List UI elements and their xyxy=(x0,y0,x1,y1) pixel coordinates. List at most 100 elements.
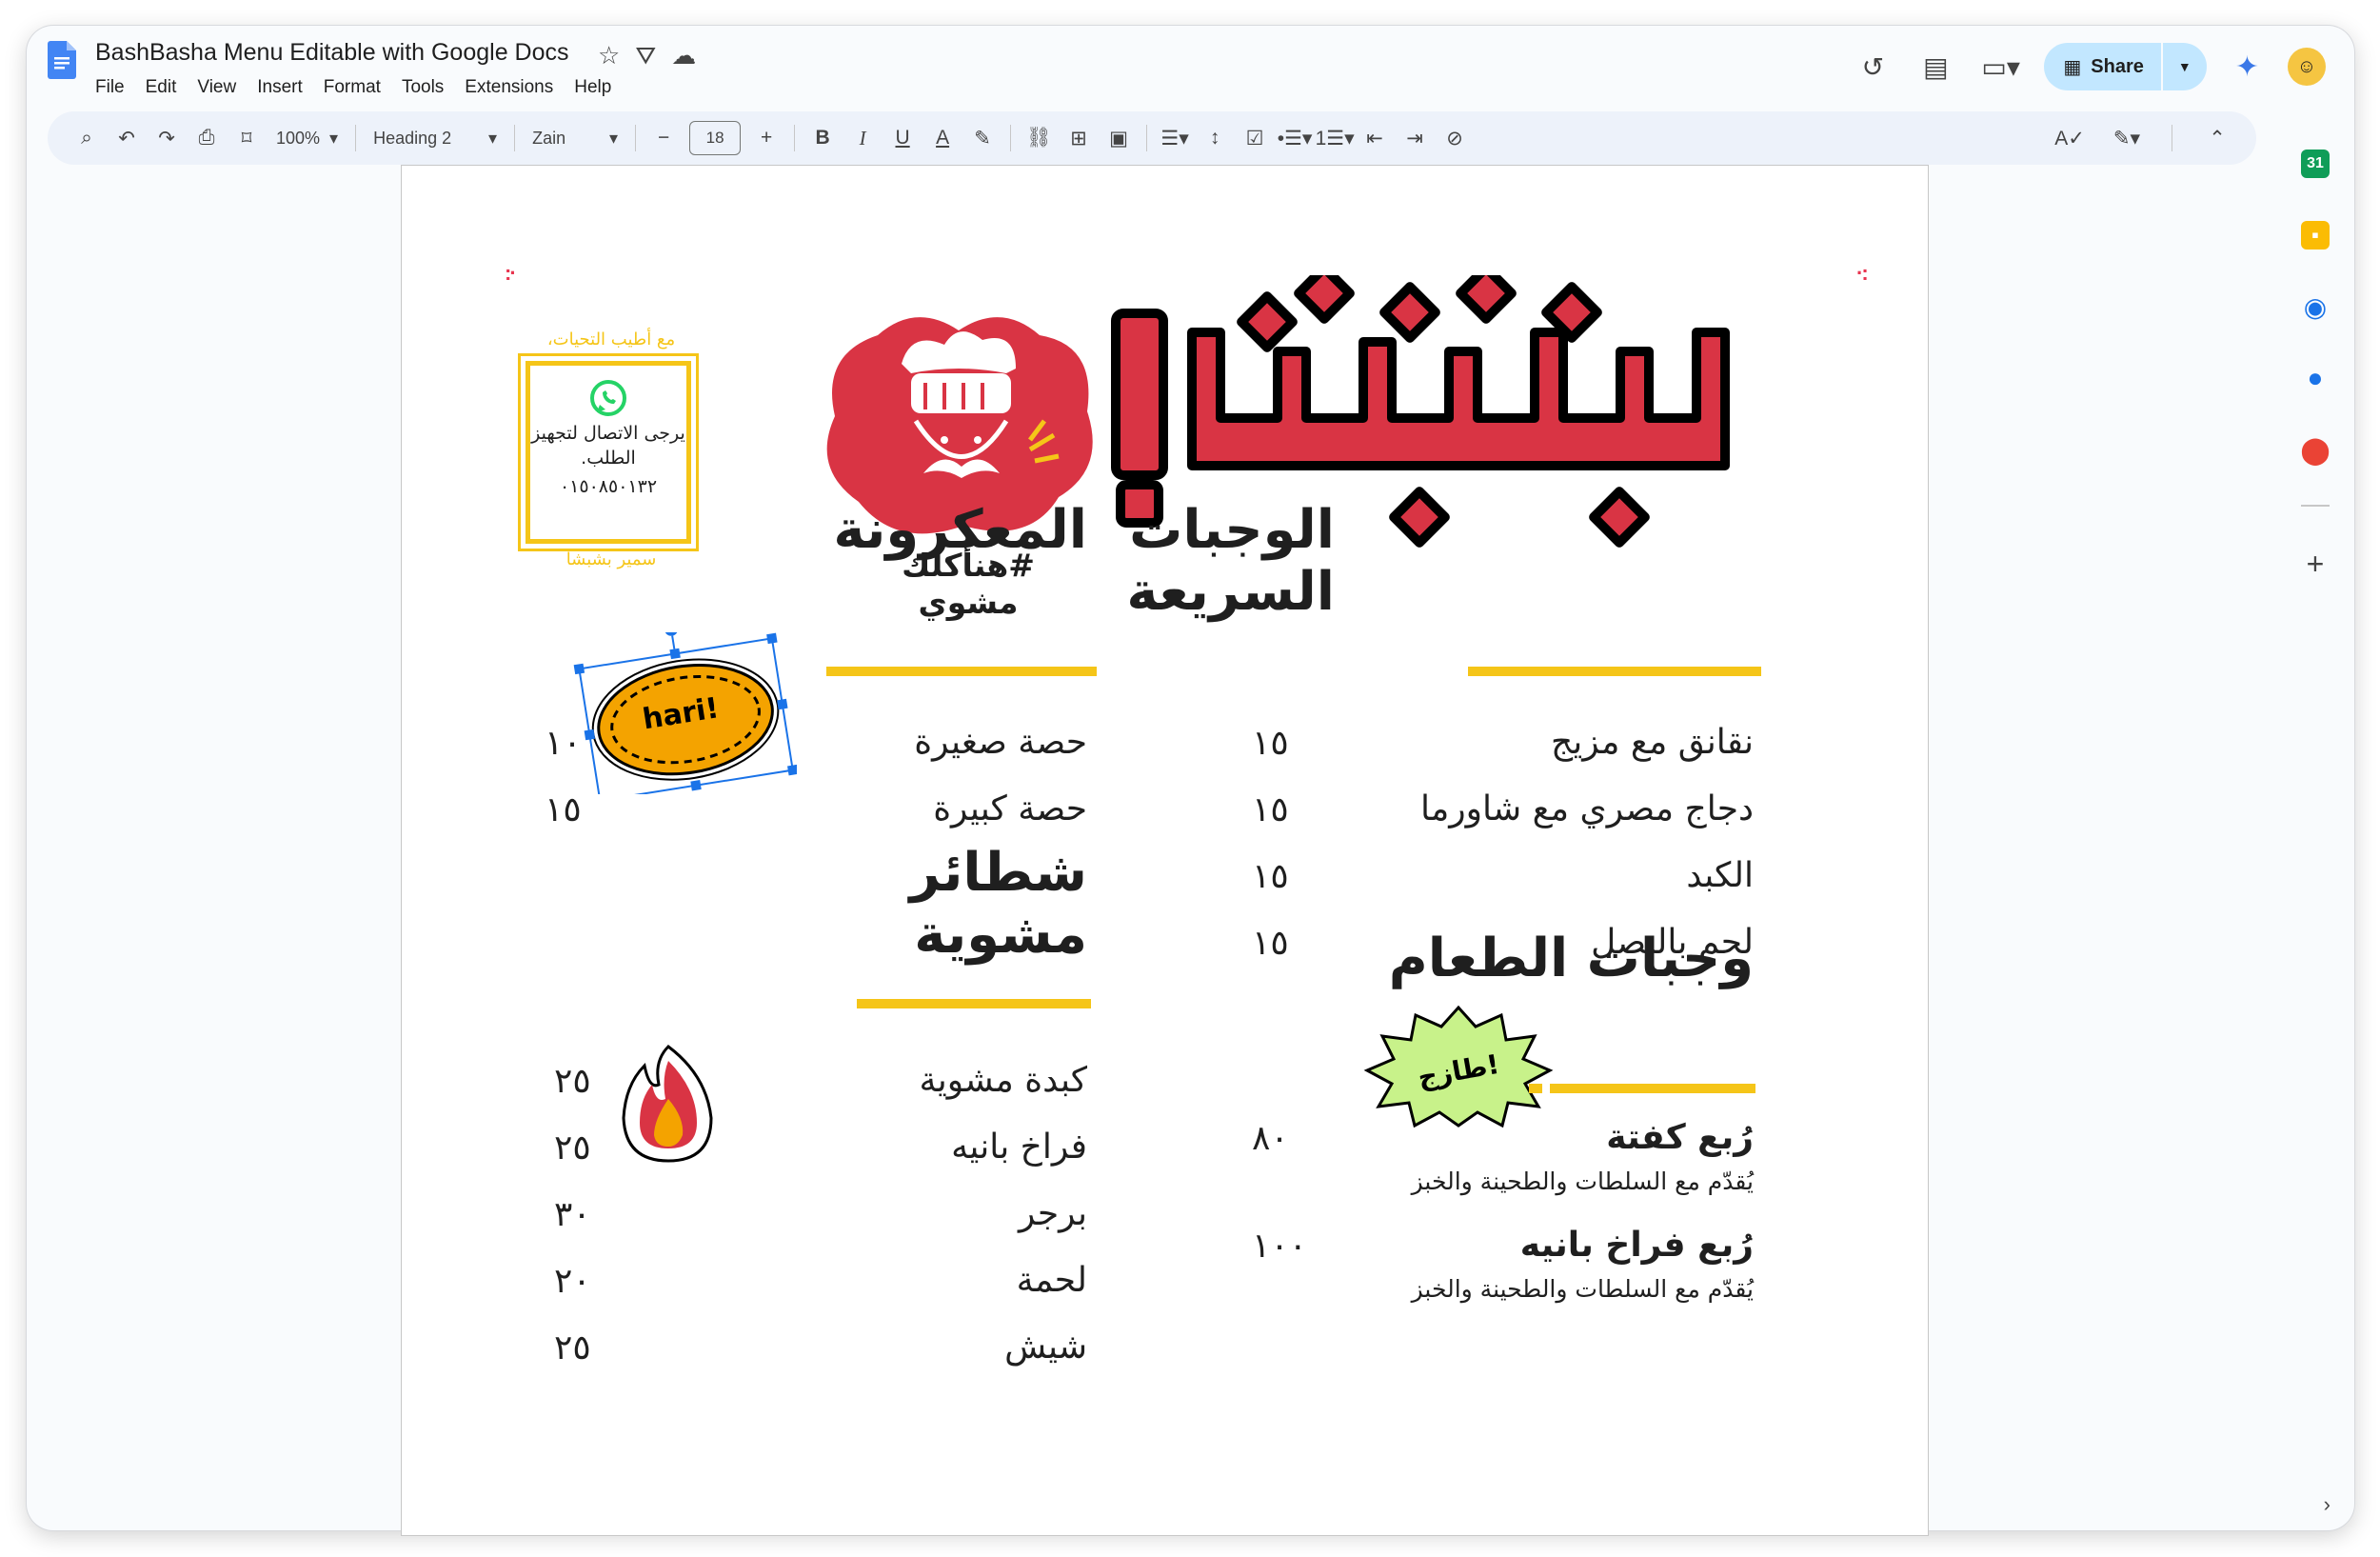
contact-phone: ٠١٥٠٨٥٠١٣٢ xyxy=(559,476,658,497)
menu-edit[interactable]: Edit xyxy=(146,77,177,98)
clear-formatting-icon[interactable]: ⊘ xyxy=(1435,119,1475,157)
section-title-meals: وجبات الطعام xyxy=(1388,928,1755,989)
menu-item-name: الكبد xyxy=(1686,856,1754,895)
share-button-group: ▦ Share ▼ xyxy=(2044,43,2207,90)
menu-extensions[interactable]: Extensions xyxy=(465,77,553,98)
numbered-list-icon[interactable]: 1☰▾ xyxy=(1315,119,1355,157)
title-underline-dot xyxy=(1750,667,1761,676)
search-menus-icon[interactable]: ⌕ xyxy=(67,119,107,157)
contacts-icon[interactable]: ● xyxy=(2301,363,2330,392)
version-history-icon[interactable]: ↺ xyxy=(1855,51,1890,83)
menu-item-description: يُقدّم مع السلطات والطحينة والخبز xyxy=(1411,1168,1754,1195)
hari-sticker[interactable]: hari! xyxy=(568,632,797,794)
redo-icon[interactable]: ↷ xyxy=(147,119,187,157)
increase-indent-icon[interactable]: ⇥ xyxy=(1395,119,1435,157)
tasks-icon[interactable]: ◉ xyxy=(2301,292,2330,322)
editing-mode-icon[interactable]: ✎▾ xyxy=(2107,119,2147,157)
document-title[interactable]: BashBasha Menu Editable with Google Docs xyxy=(95,39,569,67)
flame-sticker-icon xyxy=(622,1045,713,1163)
lock-icon: ▦ xyxy=(2063,56,2082,78)
menu-item-price: ٢٥ xyxy=(554,1128,591,1167)
menu-item-price: ١٥ xyxy=(1252,723,1289,762)
menu-item-name: حصة صغيرة xyxy=(914,723,1087,762)
insert-image-icon[interactable]: ▣ xyxy=(1099,119,1139,157)
font-value: Zain xyxy=(532,128,566,148)
section-title-macaroni: المعكرونة xyxy=(833,499,1088,561)
increase-font-size-button[interactable]: + xyxy=(746,119,786,157)
side-panel: 31 ▪ ◉ ● ⬤ + xyxy=(2278,130,2354,1530)
menu-file[interactable]: File xyxy=(95,77,125,98)
menu-item-price: ١٥ xyxy=(1252,923,1289,962)
meet-video-icon[interactable]: ▭▾ xyxy=(1981,51,2020,83)
gemini-sparkle-icon[interactable]: ✦ xyxy=(2235,50,2259,84)
print-icon[interactable]: ⎙ xyxy=(187,119,227,157)
menu-help[interactable]: Help xyxy=(574,77,611,98)
fresh-sticker: طازج! xyxy=(1363,1005,1554,1128)
add-comment-icon[interactable]: ⊞ xyxy=(1059,119,1099,157)
divider xyxy=(2301,505,2330,507)
section-title-grilled-sandwiches: شطائر مشوية xyxy=(909,842,1088,966)
style-select[interactable]: Heading 2 ▾ xyxy=(364,119,506,157)
text-color-button[interactable]: A xyxy=(922,119,962,157)
add-addon-icon[interactable]: + xyxy=(2301,547,2330,581)
font-size-input[interactable]: 18 xyxy=(689,121,742,155)
spellcheck-icon[interactable]: A✓ xyxy=(2050,119,2090,157)
calendar-icon[interactable]: 31 xyxy=(2301,150,2330,178)
line-spacing-icon[interactable]: ↕ xyxy=(1195,119,1235,157)
contact-greeting: مع أطيب التحيات، xyxy=(546,329,676,349)
checklist-icon[interactable]: ☑ xyxy=(1235,119,1275,157)
italic-button[interactable]: I xyxy=(843,119,883,157)
menu-item-price: ٣٠ xyxy=(554,1194,591,1233)
title-underline-dot xyxy=(1078,999,1091,1008)
contact-box: يرجى الاتصال لتجهيز الطلب. ٠١٥٠٨٥٠١٣٢ xyxy=(518,353,699,551)
document-page[interactable]: :· ·: مع أطيب التحيات، يرجى الاتصال لتجه… xyxy=(401,165,1929,1536)
google-docs-icon[interactable] xyxy=(48,41,76,79)
menu-item-price: ١٥ xyxy=(545,789,582,828)
comments-icon[interactable]: ▤ xyxy=(1918,51,1953,83)
menu-item-name: برجر xyxy=(1019,1194,1087,1233)
font-select[interactable]: Zain ▾ xyxy=(523,119,627,157)
menu-item-price: ٢٠ xyxy=(554,1261,591,1300)
decrease-indent-icon[interactable]: ⇤ xyxy=(1355,119,1395,157)
insert-link-icon[interactable]: ⛓ xyxy=(1019,119,1059,157)
zoom-value: 100% xyxy=(276,128,321,148)
move-to-drive-icon[interactable]: ⛛ xyxy=(635,41,656,71)
share-button[interactable]: ▦ Share xyxy=(2044,43,2161,90)
align-icon[interactable]: ☰▾ xyxy=(1155,119,1195,157)
maps-icon[interactable]: ⬤ xyxy=(2300,435,2330,465)
paint-format-icon[interactable]: ⌑ xyxy=(227,119,267,157)
undo-icon[interactable]: ↶ xyxy=(107,119,147,157)
menu-view[interactable]: View xyxy=(197,77,236,98)
chevron-right-icon[interactable]: › xyxy=(2324,1492,2330,1517)
page-corner-marker: :· xyxy=(505,261,517,285)
keep-icon[interactable]: ▪ xyxy=(2301,221,2330,250)
share-label: Share xyxy=(2091,55,2144,77)
share-dropdown-button[interactable]: ▼ xyxy=(2160,43,2207,90)
menu-item-name: نقانق مع مزيج xyxy=(1551,723,1754,762)
style-value: Heading 2 xyxy=(373,128,452,148)
underline-button[interactable]: U xyxy=(883,119,922,157)
menu-tools[interactable]: Tools xyxy=(402,77,444,98)
bold-button[interactable]: B xyxy=(803,119,843,157)
menu-item-name: دجاج مصري مع شاورما xyxy=(1420,789,1754,828)
chevron-down-icon: ▾ xyxy=(488,128,498,148)
title-underline xyxy=(1550,1084,1755,1093)
decrease-font-size-button[interactable]: − xyxy=(644,119,684,157)
menu-format[interactable]: Format xyxy=(324,77,381,98)
hide-menus-chevron-icon[interactable]: ⌃ xyxy=(2197,119,2237,157)
avatar[interactable]: ☺ xyxy=(2288,48,2326,86)
zoom-select[interactable]: 100% ▾ xyxy=(267,119,347,157)
title-underline xyxy=(826,667,1083,676)
page-corner-marker: ·: xyxy=(1856,261,1869,285)
star-icon[interactable]: ☆ xyxy=(598,41,620,71)
bulleted-list-icon[interactable]: •☰▾ xyxy=(1275,119,1315,157)
highlight-color-icon[interactable]: ✎ xyxy=(962,119,1002,157)
menu-item-name: رُبع فراخ بانيه xyxy=(1519,1226,1754,1265)
title-underline xyxy=(1468,667,1754,676)
menu-insert[interactable]: Insert xyxy=(257,77,303,98)
menu-item-name: لحمة xyxy=(1016,1261,1087,1300)
cloud-saved-icon[interactable]: ☁ xyxy=(671,41,696,71)
title-underline-dot xyxy=(1529,1084,1542,1093)
menu-item-price: ٢٥ xyxy=(554,1061,591,1100)
menu-item-name: فراخ بانيه xyxy=(951,1128,1087,1167)
